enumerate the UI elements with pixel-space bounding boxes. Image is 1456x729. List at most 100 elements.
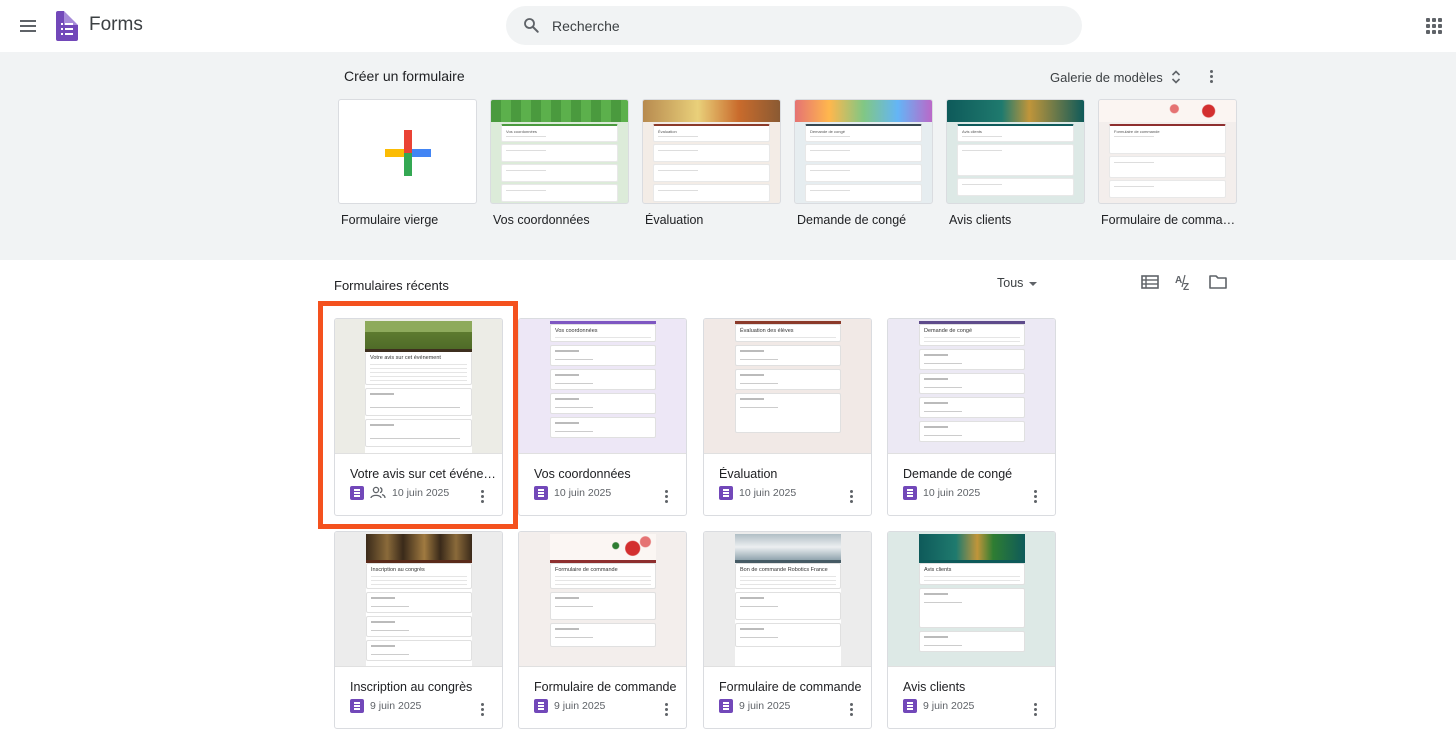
template-gallery-toggle[interactable]: Galerie de modèles bbox=[1050, 66, 1181, 88]
form-date: 10 juin 2025 bbox=[392, 487, 450, 499]
form-preview: Votre avis sur cet événement bbox=[335, 319, 502, 454]
template-gallery: Créer un formulaire Galerie de modèles F… bbox=[0, 52, 1456, 260]
forms-logo-icon[interactable] bbox=[56, 11, 78, 41]
template-order-form[interactable]: Formulaire de commande Formulaire de com… bbox=[1098, 99, 1237, 227]
template-leave-request[interactable]: Demande de congé Demande de congé bbox=[794, 99, 933, 227]
recent-form-card[interactable]: Demande de congé Demande de congé 10 jui… bbox=[887, 318, 1056, 516]
template-form-title: Évaluation bbox=[658, 129, 677, 134]
template-thumbnail: Vos coordonnées bbox=[490, 99, 629, 204]
card-more-options-icon[interactable] bbox=[839, 697, 863, 721]
template-contact-info[interactable]: Vos coordonnées Vos coordonnées bbox=[490, 99, 629, 227]
form-preview: Inscription au congrès bbox=[335, 532, 502, 667]
create-form-heading: Créer un formulaire bbox=[344, 68, 465, 84]
preview-form-title: Formulaire de commande bbox=[555, 567, 618, 573]
template-thumbnail bbox=[338, 99, 477, 204]
form-title: Formulaire de commande bbox=[534, 680, 677, 694]
more-options-icon[interactable] bbox=[1199, 64, 1223, 88]
card-more-options-icon[interactable] bbox=[839, 484, 863, 508]
form-preview: Bon de commande Robotics France bbox=[704, 532, 871, 667]
template-form-title: Avis clients bbox=[962, 129, 982, 134]
list-view-icon[interactable] bbox=[1140, 273, 1160, 291]
template-thumbnail: Avis clients bbox=[946, 99, 1085, 204]
template-label: Demande de congé bbox=[797, 213, 907, 227]
svg-text:A: A bbox=[1175, 275, 1182, 286]
template-thumbnail: Demande de congé bbox=[794, 99, 933, 204]
preview-form-title: Évaluation des élèves bbox=[740, 328, 794, 334]
form-preview: Avis clients bbox=[888, 532, 1055, 667]
card-more-options-icon[interactable] bbox=[654, 697, 678, 721]
form-date: 10 juin 2025 bbox=[923, 487, 981, 499]
search-input[interactable] bbox=[552, 6, 1052, 45]
form-preview: Demande de congé bbox=[888, 319, 1055, 454]
form-title: Inscription au congrès bbox=[350, 680, 473, 694]
form-date: 9 juin 2025 bbox=[554, 700, 606, 712]
search-bar[interactable] bbox=[506, 6, 1082, 45]
template-label: Avis clients bbox=[949, 213, 1012, 227]
template-form-title: Demande de congé bbox=[810, 129, 845, 134]
form-preview: Formulaire de commande bbox=[519, 532, 686, 667]
forms-doc-icon bbox=[534, 699, 548, 713]
form-date: 9 juin 2025 bbox=[739, 700, 791, 712]
template-label: Formulaire de comman… bbox=[1101, 213, 1237, 227]
template-label: Évaluation bbox=[645, 213, 704, 227]
folder-icon[interactable] bbox=[1208, 273, 1228, 291]
top-bar: Forms bbox=[0, 0, 1456, 52]
template-gallery-label: Galerie de modèles bbox=[1050, 69, 1163, 85]
form-title: Avis clients bbox=[903, 680, 966, 694]
preview-form-title: Vos coordonnées bbox=[555, 328, 598, 334]
preview-form-title: Bon de commande Robotics France bbox=[740, 567, 828, 573]
forms-doc-icon bbox=[350, 699, 364, 713]
form-title: Votre avis sur cet événem… bbox=[350, 467, 496, 481]
form-preview: Vos coordonnées bbox=[519, 319, 686, 454]
app-title[interactable]: Forms bbox=[89, 14, 143, 36]
template-form-title: Vos coordonnées bbox=[506, 129, 537, 134]
recent-forms-heading: Formulaires récents bbox=[334, 278, 449, 293]
form-preview: Évaluation des élèves bbox=[704, 319, 871, 454]
form-date: 9 juin 2025 bbox=[370, 700, 422, 712]
google-apps-icon[interactable] bbox=[1426, 18, 1442, 34]
forms-doc-icon bbox=[534, 486, 548, 500]
svg-text:Z: Z bbox=[1183, 282, 1189, 291]
dropdown-arrow-icon bbox=[1029, 282, 1038, 286]
card-more-options-icon[interactable] bbox=[1023, 697, 1047, 721]
card-more-options-icon[interactable] bbox=[1023, 484, 1047, 508]
form-title: Vos coordonnées bbox=[534, 467, 631, 481]
preview-form-title: Inscription au congrès bbox=[371, 567, 425, 573]
card-more-options-icon[interactable] bbox=[470, 697, 494, 721]
template-blank[interactable]: Formulaire vierge bbox=[338, 99, 477, 227]
form-title: Évaluation bbox=[719, 467, 778, 481]
form-title: Formulaire de commande bbox=[719, 680, 862, 694]
template-form-title: Formulaire de commande bbox=[1114, 129, 1160, 134]
forms-doc-icon bbox=[350, 486, 364, 500]
form-title: Demande de congé bbox=[903, 467, 1013, 481]
template-thumbnail: Formulaire de commande bbox=[1098, 99, 1237, 204]
preview-form-title: Votre avis sur cet événement bbox=[370, 355, 441, 361]
recent-form-card[interactable]: Formulaire de commande Formulaire de com… bbox=[518, 531, 687, 729]
recent-form-card[interactable]: Vos coordonnées Vos coordonnées 10 juin … bbox=[518, 318, 687, 516]
shared-people-icon bbox=[370, 486, 386, 499]
preview-form-title: Demande de congé bbox=[924, 328, 973, 334]
recent-form-card[interactable]: Évaluation des élèves Évaluation 10 juin… bbox=[703, 318, 872, 516]
search-icon[interactable] bbox=[522, 16, 540, 34]
template-customer-feedback[interactable]: Avis clients Avis clients bbox=[946, 99, 1085, 227]
recent-form-card[interactable]: Votre avis sur cet événement Votre avis … bbox=[334, 318, 503, 516]
template-evaluation[interactable]: Évaluation Évaluation bbox=[642, 99, 781, 227]
card-more-options-icon[interactable] bbox=[470, 484, 494, 508]
card-more-options-icon[interactable] bbox=[654, 484, 678, 508]
forms-doc-icon bbox=[903, 699, 917, 713]
forms-doc-icon bbox=[903, 486, 917, 500]
recent-form-card[interactable]: Avis clients Avis clients 9 juin 2025 bbox=[887, 531, 1056, 729]
form-date: 9 juin 2025 bbox=[923, 700, 975, 712]
main-menu-icon[interactable] bbox=[16, 14, 40, 38]
preview-form-title: Avis clients bbox=[924, 567, 952, 573]
plus-icon bbox=[385, 130, 431, 176]
recent-form-card[interactable]: Bon de commande Robotics France Formulai… bbox=[703, 531, 872, 729]
form-date: 10 juin 2025 bbox=[554, 487, 612, 499]
recent-form-card[interactable]: Inscription au congrès Inscription au co… bbox=[334, 531, 503, 729]
form-date: 10 juin 2025 bbox=[739, 487, 797, 499]
owner-filter-dropdown[interactable]: Tous bbox=[997, 276, 1038, 290]
forms-doc-icon bbox=[719, 699, 733, 713]
template-label: Vos coordonnées bbox=[493, 213, 590, 227]
template-thumbnail: Évaluation bbox=[642, 99, 781, 204]
sort-az-icon[interactable]: A Z bbox=[1174, 273, 1194, 291]
